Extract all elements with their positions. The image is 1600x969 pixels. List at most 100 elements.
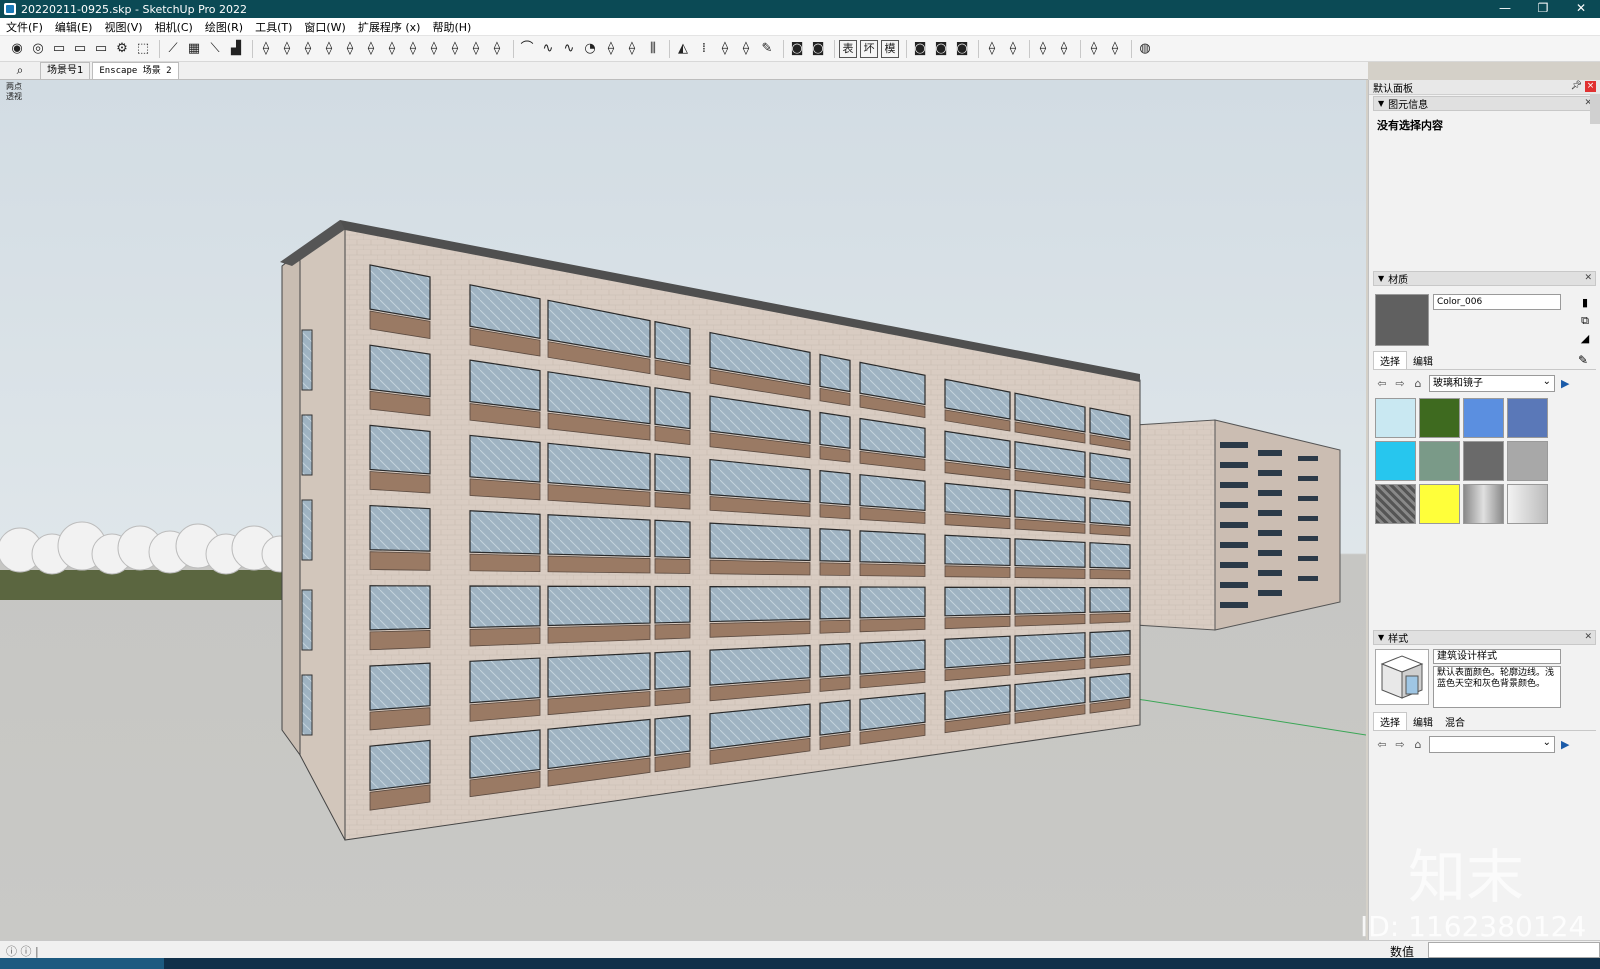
forward-arrow-icon[interactable]: ⇨	[1391, 738, 1409, 751]
home-icon[interactable]: ⌂	[1409, 377, 1427, 390]
toolbar-plugin-icon[interactable]: ◙	[788, 40, 806, 58]
toolbar-grid-icon[interactable]: ▦	[185, 40, 203, 58]
toolbar-tool-icon[interactable]: ⟠	[1106, 40, 1124, 58]
menu-camera[interactable]: 相机(C)	[155, 19, 193, 35]
tab-select[interactable]: 选择	[1373, 351, 1407, 369]
material-swatch[interactable]	[1507, 484, 1548, 524]
toolbar-spiral-icon[interactable]: ◔	[581, 40, 599, 58]
home-icon[interactable]: ⌂	[1409, 738, 1427, 751]
toolbar-plugin-icon[interactable]: ◙	[953, 40, 971, 58]
material-swatch[interactable]	[1419, 398, 1460, 438]
toolbar-tool-icon[interactable]: ⟠	[623, 40, 641, 58]
toolbar-tool-icon[interactable]: ⟠	[404, 40, 422, 58]
toolbar-wave-icon[interactable]: ∿	[560, 40, 578, 58]
menu-tools[interactable]: 工具(T)	[255, 19, 292, 35]
material-swatch[interactable]	[1419, 441, 1460, 481]
close-tray-button[interactable]: ×	[1585, 81, 1596, 92]
close-section-icon[interactable]: ✕	[1584, 632, 1592, 642]
style-library-select[interactable]	[1429, 735, 1555, 753]
toolbar-tool-icon[interactable]: ⟠	[1004, 40, 1022, 58]
toolbar-arc-icon[interactable]: ⌒	[518, 40, 536, 58]
toolbar-table-icon[interactable]: 坏	[860, 39, 878, 58]
default-material-icon[interactable]: ▮	[1582, 294, 1588, 312]
create-material-icon[interactable]: ⧉	[1581, 312, 1589, 330]
close-section-icon[interactable]: ✕	[1584, 273, 1592, 283]
toolbar-tool-icon[interactable]: ⟠	[488, 40, 506, 58]
toolbar-box-icon[interactable]: ⬚	[134, 40, 152, 58]
material-swatch[interactable]	[1419, 484, 1460, 524]
menu-draw[interactable]: 绘图(R)	[205, 19, 243, 35]
current-material-swatch[interactable]	[1375, 294, 1429, 346]
menu-help[interactable]: 帮助(H)	[432, 19, 471, 35]
details-arrow-icon[interactable]: ▶	[1561, 377, 1569, 390]
toolbar-wave-icon[interactable]: ∿	[539, 40, 557, 58]
toolbar-tool-icon[interactable]: ⟠	[602, 40, 620, 58]
material-name-field[interactable]: Color_006	[1433, 294, 1561, 310]
material-swatch[interactable]	[1375, 484, 1416, 524]
toolbar-circle-icon[interactable]: ◎	[29, 40, 47, 58]
minimize-button[interactable]: —	[1486, 0, 1524, 18]
back-arrow-icon[interactable]: ⇦	[1373, 377, 1391, 390]
close-button[interactable]: ✕	[1562, 0, 1600, 18]
eyedropper-icon[interactable]: ✎	[1572, 352, 1594, 368]
measurements-input[interactable]	[1428, 942, 1600, 958]
toolbar-tool-icon[interactable]: ⟠	[1055, 40, 1073, 58]
toolbar-tool-icon[interactable]: ⟠	[320, 40, 338, 58]
toolbar-tool-icon[interactable]: ⟠	[983, 40, 1001, 58]
toolbar-camera-icon[interactable]: ▭	[50, 40, 68, 58]
menu-view[interactable]: 视图(V)	[104, 19, 142, 35]
toolbar-dots-icon[interactable]: ⁞	[695, 40, 713, 58]
style-description[interactable]: 默认表面颜色。轮廓边线。浅蓝色天空和灰色背景颜色。	[1433, 666, 1561, 708]
menu-edit[interactable]: 编辑(E)	[55, 19, 93, 35]
toolbar-tool-icon[interactable]: ⟠	[737, 40, 755, 58]
toolbar-tool-icon[interactable]: ⟠	[257, 40, 275, 58]
material-swatch[interactable]	[1463, 484, 1504, 524]
toolbar-tool-icon[interactable]: ⟠	[446, 40, 464, 58]
tab-edit[interactable]: 编辑	[1407, 352, 1439, 369]
forward-arrow-icon[interactable]: ⇨	[1391, 377, 1409, 390]
material-swatch[interactable]	[1507, 441, 1548, 481]
tab-mix[interactable]: 混合	[1439, 713, 1471, 730]
material-library-select[interactable]: 玻璃和镜子	[1429, 374, 1555, 392]
tab-select[interactable]: 选择	[1373, 712, 1407, 730]
model-viewport[interactable]: 两点透视	[0, 80, 1366, 940]
toolbar-stairs-icon[interactable]: ⟋	[164, 40, 182, 58]
menu-extensions[interactable]: 扩展程序 (x)	[358, 19, 421, 35]
toolbar-brush-icon[interactable]: ✎	[758, 40, 776, 58]
material-swatch[interactable]	[1375, 398, 1416, 438]
toolbar-extension-manager-icon[interactable]: ◉	[8, 40, 26, 58]
toolbar-tool-icon[interactable]: ⟠	[425, 40, 443, 58]
toolbar-plugin-icon[interactable]: ◙	[932, 40, 950, 58]
tab-edit[interactable]: 编辑	[1407, 713, 1439, 730]
scene-tab-2[interactable]: Enscape 场景 2	[92, 62, 179, 79]
toolbar-tool-icon[interactable]: ⟠	[362, 40, 380, 58]
toolbar-camera-icon[interactable]: ▭	[71, 40, 89, 58]
material-swatch[interactable]	[1463, 398, 1504, 438]
materials-header[interactable]: ▼ 材质 ✕	[1373, 271, 1596, 286]
toolbar-tool-icon[interactable]: ⟠	[716, 40, 734, 58]
pin-icon[interactable]: 📌︎	[1571, 81, 1582, 91]
toolbar-tool-icon[interactable]: ⟠	[467, 40, 485, 58]
toolbar-eye-icon[interactable]: ◍	[1136, 40, 1154, 58]
toolbar-tool-icon[interactable]: ⟠	[341, 40, 359, 58]
toolbar-slope-icon[interactable]: ⟍	[206, 40, 224, 58]
material-swatch[interactable]	[1507, 398, 1548, 438]
toolbar-plugin-icon[interactable]: ◙	[809, 40, 827, 58]
entity-info-header[interactable]: ▼ 图元信息 ✕	[1373, 96, 1596, 111]
toolbar-column-icon[interactable]: ⫼	[644, 40, 662, 58]
paint-icon[interactable]: ◢	[1581, 330, 1589, 348]
toolbar-settings-icon[interactable]: ⚙	[113, 40, 131, 58]
maximize-button[interactable]: ❐	[1524, 0, 1562, 18]
panel-scrollbar[interactable]	[1590, 94, 1600, 124]
details-arrow-icon[interactable]: ▶	[1561, 738, 1569, 751]
toolbar-tool-icon[interactable]: ⟠	[278, 40, 296, 58]
material-swatch[interactable]	[1375, 441, 1416, 481]
toolbar-bar-chart-icon[interactable]: ▟	[227, 40, 245, 58]
toolbar-tool-icon[interactable]: ⟠	[1034, 40, 1052, 58]
toolbar-tool-icon[interactable]: ⟠	[299, 40, 317, 58]
scene-tab-1[interactable]: 场景号1	[40, 62, 91, 79]
styles-header[interactable]: ▼ 样式 ✕	[1373, 630, 1596, 645]
status-icons[interactable]: ⓘ ⓘ |	[6, 943, 39, 959]
toolbar-triangle-icon[interactable]: ◭	[674, 40, 692, 58]
menu-file[interactable]: 文件(F)	[6, 19, 43, 35]
